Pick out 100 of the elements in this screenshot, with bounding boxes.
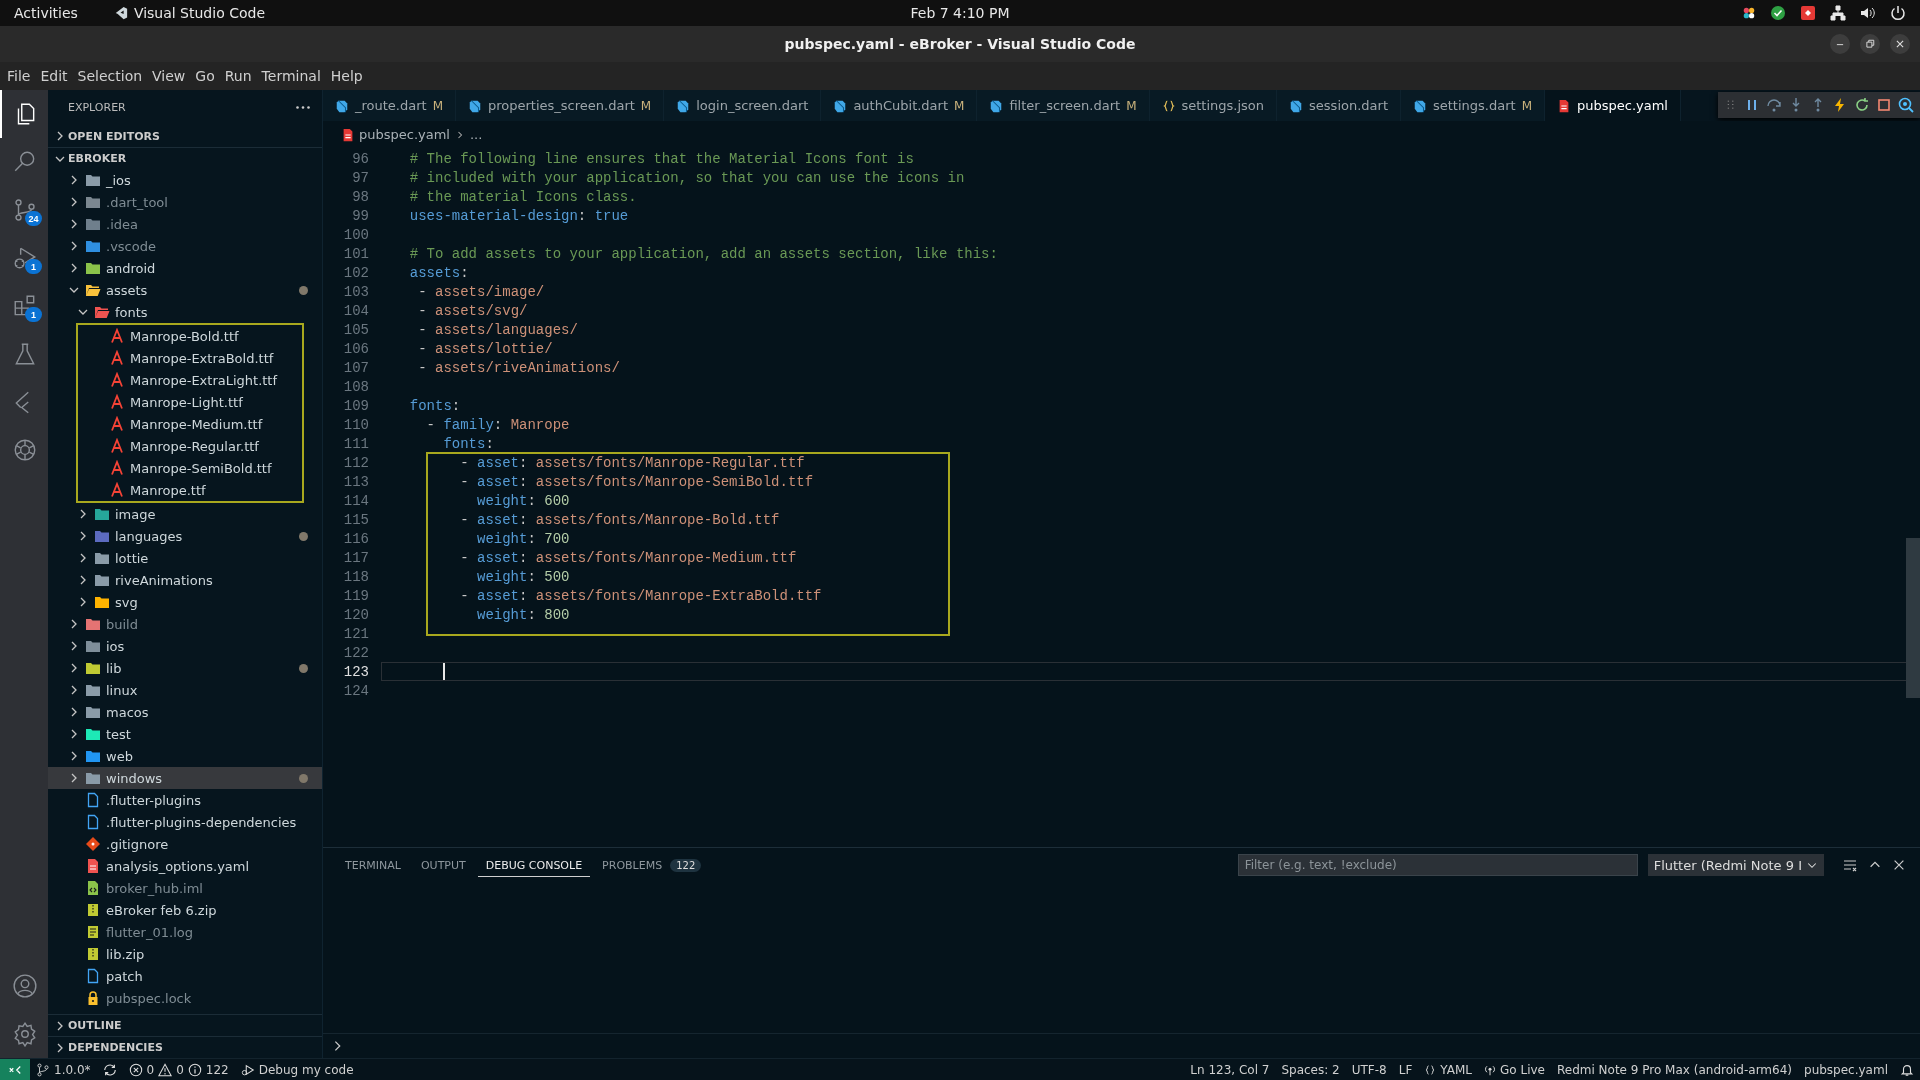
activity-bar-button[interactable]: 1 xyxy=(0,282,48,330)
menu-item[interactable]: Edit xyxy=(35,68,73,84)
editor-tab[interactable]: session.dart xyxy=(1277,90,1401,121)
tree-item[interactable]: .dart_tool xyxy=(48,191,322,213)
menu-item[interactable]: Help xyxy=(325,68,368,84)
line-number: 106 xyxy=(342,340,369,357)
status-item[interactable]: UTF-8 xyxy=(1345,1059,1393,1080)
editor-tab[interactable]: settings.json xyxy=(1149,90,1278,121)
more-icon[interactable] xyxy=(296,106,310,109)
tree-item[interactable]: svg xyxy=(48,591,322,613)
tree-item[interactable]: _ios xyxy=(48,169,322,191)
status-item[interactable]: pubspec.yaml xyxy=(1798,1059,1894,1080)
status-item[interactable]: Spaces: 2 xyxy=(1275,1059,1346,1080)
close-button[interactable] xyxy=(1890,34,1910,54)
menu-item[interactable]: File xyxy=(2,68,36,84)
count-badge: 122 xyxy=(670,859,702,872)
tree-item[interactable]: Manrope-Bold.ttf xyxy=(78,325,302,347)
restore-button[interactable] xyxy=(1860,34,1880,54)
activity-bar-button[interactable]: 1 xyxy=(0,234,48,282)
tree-item[interactable]: linux xyxy=(48,679,322,701)
tree-item[interactable]: test xyxy=(48,723,322,745)
tree-item[interactable]: riveAnimations xyxy=(48,569,322,591)
section-header[interactable]: OPEN EDITORS xyxy=(48,125,322,147)
go-live-button[interactable]: Go Live xyxy=(1478,1059,1551,1080)
tree-item[interactable]: Manrope-ExtraBold.ttf xyxy=(78,347,302,369)
tree-item[interactable]: web xyxy=(48,745,322,767)
tree-item[interactable]: Manrope-Medium.ttf xyxy=(78,413,302,435)
scrollbar-thumb[interactable] xyxy=(1906,538,1920,698)
editor-tab[interactable]: authCubit.dart M xyxy=(821,90,978,121)
tree-item[interactable]: lib.zip xyxy=(48,943,322,965)
panel-tab[interactable]: DEBUG CONSOLE xyxy=(477,853,591,877)
editor-tab[interactable]: filter_screen.dart M xyxy=(977,90,1150,121)
tree-item[interactable]: Manrope-SemiBold.ttf xyxy=(78,457,302,479)
tree-item[interactable]: languages xyxy=(48,525,322,547)
inspect-icon xyxy=(1898,97,1914,113)
problems-button[interactable]: 0 0 122 xyxy=(122,1059,235,1080)
menu-item[interactable]: Run xyxy=(219,68,257,84)
menu-item[interactable]: View xyxy=(147,68,191,84)
tree-item[interactable]: Manrope-Light.ttf xyxy=(78,391,302,413)
tree-item[interactable]: assets xyxy=(48,279,322,301)
remote-button[interactable] xyxy=(0,1059,30,1080)
menu-item[interactable]: Go xyxy=(190,68,220,84)
tree-item[interactable]: Manrope-ExtraLight.ttf xyxy=(78,369,302,391)
tree-item[interactable]: .idea xyxy=(48,213,322,235)
code-line: - asset: assets/fonts/Manrope-Medium.ttf xyxy=(459,549,797,566)
remote-icon xyxy=(8,1063,22,1077)
debug-button[interactable]: Debug my code xyxy=(234,1059,360,1080)
status-item[interactable]: Redmi Note 9 Pro Max (android-arm64) xyxy=(1550,1059,1798,1080)
tree-item[interactable]: pubspec.lock xyxy=(48,987,322,1009)
tree-item[interactable]: windows xyxy=(48,767,322,789)
panel-tab[interactable]: OUTPUT xyxy=(412,853,474,877)
code-line: - assets/lottie/ xyxy=(417,340,553,357)
tree-item[interactable]: flutter_01.log xyxy=(48,921,322,943)
tree-item[interactable]: fonts xyxy=(48,301,322,323)
code-line: - assets/languages/ xyxy=(417,321,578,338)
tree-item[interactable]: patch xyxy=(48,965,322,987)
section-header[interactable]: OUTLINE xyxy=(48,1014,322,1036)
status-item[interactable]: LF xyxy=(1392,1059,1419,1080)
filter-field[interactable]: Filter (e.g. text, !exclude) xyxy=(1237,854,1638,876)
editor-tab[interactable]: login_screen.dart xyxy=(664,90,822,121)
tree-item[interactable]: lib xyxy=(48,657,322,679)
tree-item[interactable]: .flutter-plugins xyxy=(48,789,322,811)
tree-item[interactable]: image xyxy=(48,503,322,525)
status-item[interactable]: Ln 123, Col 7 xyxy=(1184,1059,1276,1080)
tree-item[interactable]: lottie xyxy=(48,547,322,569)
tree-item[interactable]: .flutter-plugins-dependencies xyxy=(48,811,322,833)
dart-icon xyxy=(989,98,1004,113)
tree-item[interactable]: eBroker feb 6.zip xyxy=(48,899,322,921)
menu-item[interactable]: Terminal xyxy=(256,68,326,84)
pinwheel-icon xyxy=(1742,6,1756,20)
tree-item[interactable]: android xyxy=(48,257,322,279)
tree-item[interactable]: .gitignore xyxy=(48,833,322,855)
tree-item[interactable]: build xyxy=(48,613,322,635)
editor-tab[interactable]: settings.dart M xyxy=(1401,90,1545,121)
target-dropdown[interactable]: Flutter (Redmi Note 9 I xyxy=(1647,854,1824,876)
breadcrumb-item[interactable]: pubspec.yaml xyxy=(359,127,450,142)
section-header[interactable]: EBROKER xyxy=(48,147,322,169)
language-button[interactable]: YAML xyxy=(1418,1059,1478,1080)
tree-item[interactable]: analysis_options.yaml xyxy=(48,855,322,877)
tree-item[interactable]: broker_hub.iml xyxy=(48,877,322,899)
count-badge: 1 xyxy=(25,259,42,274)
tree-item[interactable]: .vscode xyxy=(48,235,322,257)
panel-tab[interactable]: TERMINAL xyxy=(337,853,409,877)
line-number: 116 xyxy=(342,530,369,547)
clock[interactable]: Feb 7 4:10 PM xyxy=(910,5,1010,21)
menu-item[interactable]: Selection xyxy=(72,68,148,84)
editor-tab[interactable]: _route.dart M xyxy=(323,90,456,121)
app-name[interactable]: Visual Studio Code xyxy=(133,5,265,21)
tree-item[interactable]: ios xyxy=(48,635,322,657)
panel-tab[interactable]: PROBLEMS 122 xyxy=(594,853,710,877)
code-line: - assets/image/ xyxy=(417,283,545,300)
breadcrumb-item[interactable]: ... xyxy=(470,127,483,142)
tree-item[interactable]: macos xyxy=(48,701,322,723)
tree-item[interactable]: Manrope-Regular.ttf xyxy=(78,435,302,457)
activities-button[interactable]: Activities xyxy=(14,5,78,21)
tree-item[interactable]: Manrope.ttf xyxy=(78,479,302,501)
activity-bar-button[interactable]: 24 xyxy=(0,186,48,234)
editor-tab[interactable]: properties_screen.dart M xyxy=(456,90,665,121)
branch-button[interactable]: 1.0.0* xyxy=(30,1059,97,1080)
info-icon xyxy=(187,1063,202,1077)
